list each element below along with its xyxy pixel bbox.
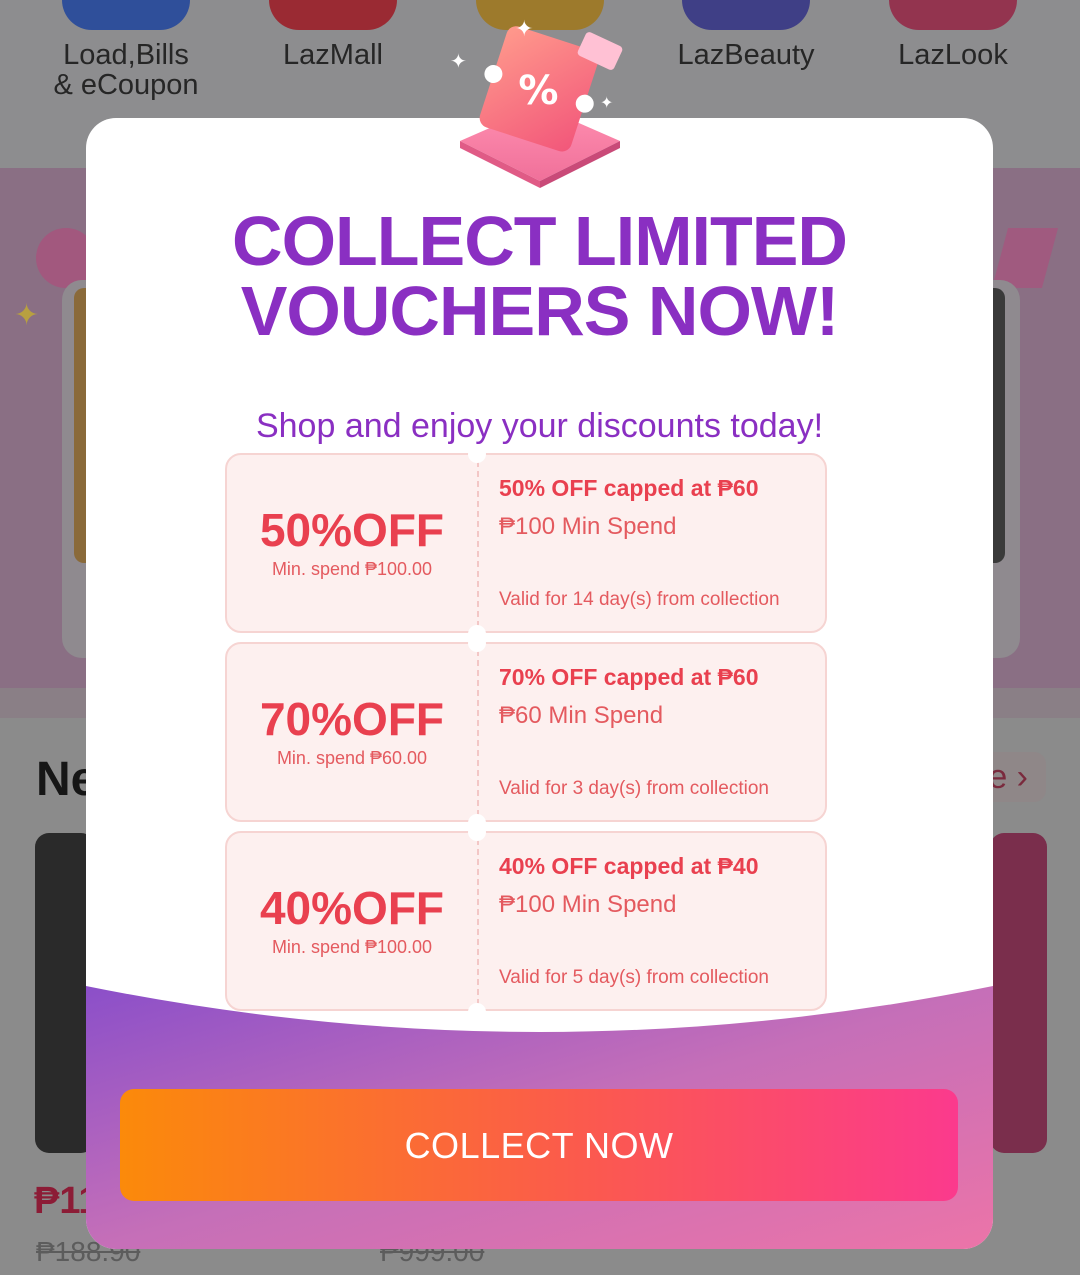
product-card[interactable] [990, 833, 1047, 1153]
category-label: LazLook [898, 39, 1008, 71]
voucher-left: 50%OFF Min. spend ₱100.00 [227, 455, 477, 631]
voucher-spend: ₱60 Min Spend [499, 702, 664, 729]
voucher-headline: 50% OFF capped at ₱60 [499, 475, 759, 501]
category-label: LazMall [283, 39, 383, 71]
voucher-card[interactable]: 40%OFF Min. spend ₱100.00 40% OFF capped… [225, 823, 827, 1021]
voucher-discount: 50%OFF [259, 504, 445, 556]
category-lazbeauty[interactable]: LazBeauty [651, 0, 841, 70]
category-lazmall[interactable]: LazMall [238, 0, 428, 70]
svg-text:✦: ✦ [450, 49, 467, 73]
category-load-bills[interactable]: Load,Bills & eCoupon [31, 0, 221, 100]
collect-now-button[interactable]: COLLECT NOW [120, 1089, 958, 1201]
voucher-notch [468, 823, 486, 841]
sparkle-icon: ✦ [14, 299, 40, 332]
voucher-left: 40%OFF Min. spend ₱100.00 [227, 833, 477, 1009]
modal-title-line2: VOUCHERS NOW! [240, 272, 840, 350]
voucher-notch [468, 445, 486, 463]
voucher-validity: Valid for 5 day(s) from collection [499, 967, 769, 988]
voucher-card[interactable]: 70%OFF Min. spend ₱60.00 70% OFF capped … [225, 634, 827, 832]
svg-text:✦: ✦ [515, 17, 533, 42]
category-lazlook[interactable]: LazLook [858, 0, 1048, 70]
load-bills-icon [62, 0, 190, 30]
category-label: Load,Bills & eCoupon [53, 39, 199, 101]
modal-title-line1: COLLECT LIMITED [232, 202, 848, 280]
voucher-validity: Valid for 3 day(s) from collection [499, 778, 769, 799]
category-label: LazBeauty [677, 39, 815, 71]
voucher-headline: 70% OFF capped at ₱60 [499, 664, 759, 690]
lazlook-icon [889, 0, 1017, 30]
voucher-headline: 40% OFF capped at ₱40 [499, 853, 759, 879]
voucher-divider [477, 650, 479, 816]
voucher-notch [468, 634, 486, 652]
voucher-min-spend: Min. spend ₱100.00 [271, 937, 433, 957]
modal-subtitle: Shop and enjoy your discounts today! [255, 407, 824, 445]
voucher-validity: Valid for 14 day(s) from collection [499, 589, 780, 610]
voucher-left: 70%OFF Min. spend ₱60.00 [227, 644, 477, 820]
voucher-spend: ₱100 Min Spend [499, 891, 677, 918]
voucher-discount: 70%OFF [259, 693, 445, 745]
svg-text:✦: ✦ [600, 93, 613, 112]
voucher-min-spend: Min. spend ₱100.00 [271, 559, 433, 579]
voucher-ticket-icon: % ✦ ✦ ✦ [450, 17, 623, 188]
flash-icon [991, 228, 1059, 288]
voucher-discount: 40%OFF [259, 882, 445, 934]
voucher-modal: COLLECT LIMITED VOUCHERS NOW! Shop and e… [86, 118, 993, 1249]
svg-text:%: % [518, 68, 558, 114]
voucher-min-spend: Min. spend ₱60.00 [276, 748, 428, 768]
voucher-divider [477, 461, 479, 627]
voucher-spend: ₱100 Min Spend [499, 513, 677, 540]
lazmall-icon [269, 0, 397, 30]
voucher-notch [468, 1003, 486, 1021]
voucher-divider [477, 839, 479, 1005]
voucher-card[interactable]: 50%OFF Min. spend ₱100.00 50% OFF capped… [225, 445, 827, 643]
lazbeauty-icon [682, 0, 810, 30]
